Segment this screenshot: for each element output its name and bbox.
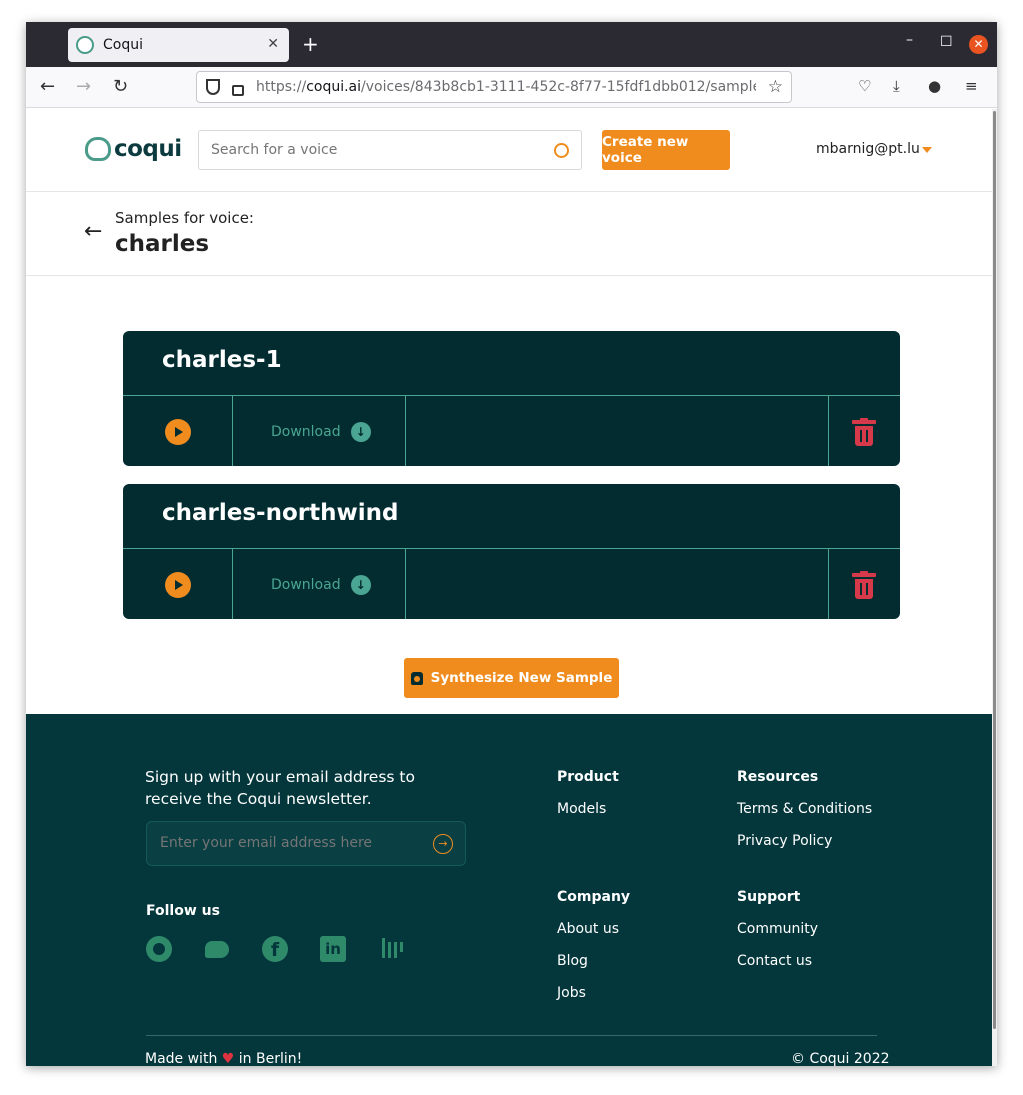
lock-icon[interactable] — [232, 84, 244, 96]
company-heading: Company — [557, 889, 631, 905]
newsletter-form: → — [146, 821, 466, 866]
page-content: coqui Create new voice mbarnig@pt.lu ← S… — [26, 109, 992, 1066]
gitter-icon[interactable] — [380, 936, 406, 962]
heart-icon: ♥ — [221, 1051, 235, 1066]
made-with-text: Made with ♥ in Berlin! — [145, 1051, 302, 1066]
footer-divider — [146, 1035, 877, 1036]
download-link[interactable]: Download ↓ — [271, 422, 371, 442]
tracking-shield-icon[interactable] — [206, 79, 220, 95]
sample-name: charles-northwind — [162, 500, 399, 526]
page-title: charles — [115, 231, 210, 257]
community-link[interactable]: Community — [737, 921, 818, 937]
divider — [405, 549, 406, 619]
download-icon: ↓ — [350, 422, 371, 442]
coqui-favicon-icon — [76, 36, 94, 54]
audio-generate-icon — [410, 671, 423, 685]
models-link[interactable]: Models — [557, 801, 606, 817]
download-label: Download — [271, 424, 341, 440]
download-link[interactable]: Download ↓ — [271, 575, 371, 595]
divider — [828, 549, 829, 619]
about-link[interactable]: About us — [557, 921, 619, 937]
arrow-right-icon[interactable]: → — [433, 834, 453, 854]
maximize-button[interactable]: ☐ — [940, 34, 953, 50]
blog-link[interactable]: Blog — [557, 953, 588, 969]
privacy-link[interactable]: Privacy Policy — [737, 833, 832, 849]
url-domain: coqui.ai — [306, 79, 362, 95]
samples-label: Samples for voice: — [115, 209, 254, 227]
forward-button[interactable]: → — [76, 76, 91, 97]
resources-heading: Resources — [737, 769, 819, 785]
pocket-icon[interactable]: ♡ — [858, 77, 871, 95]
new-tab-button[interactable]: + — [302, 33, 319, 55]
play-icon[interactable] — [165, 572, 191, 598]
user-menu[interactable]: mbarnig@pt.lu — [816, 141, 920, 157]
made-with-suffix: in Berlin! — [238, 1051, 303, 1066]
create-new-voice-button[interactable]: Create new voice — [602, 130, 730, 170]
downloads-icon[interactable]: ⤓ — [893, 77, 900, 95]
page-subheader: ← Samples for voice: charles — [26, 192, 992, 276]
divider — [828, 396, 829, 466]
bookmark-star-icon[interactable]: ☆ — [768, 77, 783, 97]
back-button[interactable]: ← — [40, 76, 55, 97]
reload-button[interactable]: ↻ — [113, 76, 128, 97]
linkedin-icon[interactable]: in — [320, 936, 346, 962]
url-prefix: https:// — [256, 79, 307, 95]
site-header: coqui Create new voice mbarnig@pt.lu — [26, 109, 992, 192]
trash-icon[interactable] — [852, 571, 876, 599]
contact-link[interactable]: Contact us — [737, 953, 812, 969]
search-icon[interactable] — [554, 143, 569, 158]
copyright: © Coqui 2022 — [791, 1051, 890, 1066]
url-path: /voices/843b8cb1-3111-452c-8f77-15fdf1db… — [361, 79, 756, 95]
terms-link[interactable]: Terms & Conditions — [737, 801, 872, 817]
sample-card: charles-1 Download ↓ — [123, 331, 900, 466]
tab-title: Coqui — [103, 37, 143, 53]
url-bar[interactable]: https://coqui.ai/voices/843b8cb1-3111-45… — [196, 71, 792, 103]
play-icon[interactable] — [165, 419, 191, 445]
download-label: Download — [271, 577, 341, 593]
divider — [232, 549, 233, 619]
email-field[interactable] — [160, 835, 420, 851]
navigation-bar: ← → ↻ https://coqui.ai/voices/843b8cb1-3… — [26, 67, 997, 108]
search-input[interactable] — [211, 142, 531, 158]
sample-name: charles-1 — [162, 347, 282, 373]
scrollbar-thumb[interactable] — [993, 111, 996, 1029]
sample-controls: Download ↓ — [123, 395, 900, 466]
sample-card: charles-northwind Download ↓ — [123, 484, 900, 619]
close-window-button[interactable]: ✕ — [969, 35, 988, 54]
support-heading: Support — [737, 889, 801, 905]
divider — [405, 396, 406, 466]
download-icon: ↓ — [350, 575, 371, 595]
chevron-down-icon[interactable] — [922, 147, 932, 153]
tab-bar: Coqui ✕ + – ☐ ✕ — [26, 22, 997, 67]
search-box[interactable] — [198, 130, 582, 170]
made-with-prefix: Made with — [145, 1051, 218, 1066]
github-icon[interactable] — [146, 936, 172, 962]
facebook-icon[interactable]: f — [262, 936, 288, 962]
logo-text: coqui — [114, 136, 182, 162]
synthesize-label: Synthesize New Sample — [430, 670, 613, 686]
extensions-icon[interactable]: ● — [928, 77, 941, 95]
menu-icon[interactable]: ≡ — [965, 77, 978, 95]
divider — [232, 396, 233, 466]
product-heading: Product — [557, 769, 619, 785]
sample-controls: Download ↓ — [123, 548, 900, 619]
coqui-logo[interactable]: coqui — [85, 136, 182, 162]
jobs-link[interactable]: Jobs — [557, 985, 586, 1001]
trash-icon[interactable] — [852, 418, 876, 446]
twitter-icon[interactable] — [204, 936, 230, 962]
frog-logo-icon — [85, 137, 111, 161]
back-arrow-icon[interactable]: ← — [84, 219, 102, 244]
url-text[interactable]: https://coqui.ai/voices/843b8cb1-3111-45… — [256, 79, 756, 95]
synthesize-new-sample-button[interactable]: Synthesize New Sample — [404, 658, 619, 698]
browser-window: Coqui ✕ + – ☐ ✕ ← → ↻ https://coqui.ai/v… — [26, 22, 997, 1066]
footer: Sign up with your email address to recei… — [26, 714, 992, 1066]
newsletter-text: Sign up with your email address to recei… — [145, 768, 415, 808]
close-tab-icon[interactable]: ✕ — [267, 36, 279, 52]
browser-tab[interactable]: Coqui ✕ — [68, 28, 289, 62]
scrollbar[interactable] — [992, 109, 997, 1066]
follow-us-heading: Follow us — [146, 903, 220, 919]
minimize-button[interactable]: – — [906, 32, 913, 48]
